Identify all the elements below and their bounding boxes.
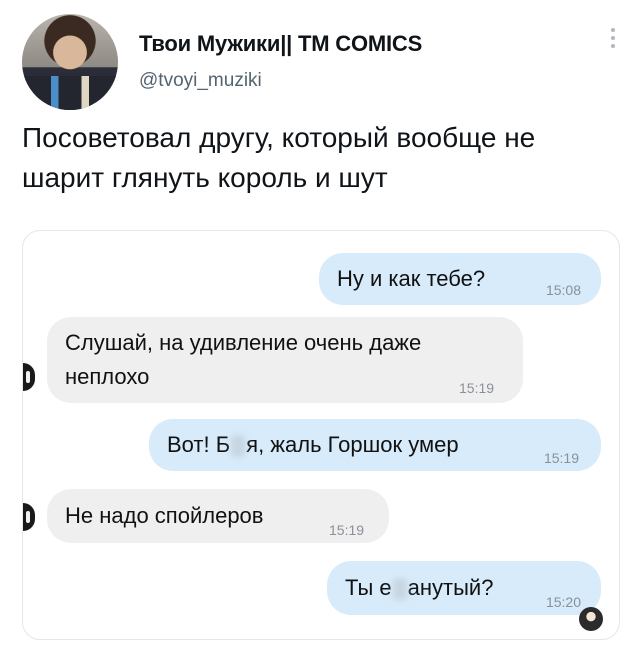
tweet-text: Посоветовал другу, который вообще не шар… [22,122,536,193]
message-time: 15:19 [459,380,495,396]
message-text: Вот! Б я, жаль Горшок умер [167,430,459,460]
message-time: 15:08 [545,282,581,298]
author-name[interactable]: Твои Мужики|| ТМ COMICS [139,31,422,57]
message-bubble: Ты е анутый? 15:20 [327,561,601,615]
censored-blur [392,578,407,601]
contact-avatar [23,363,35,391]
message-bubble: Слушай, на удивление очень даже неплохо … [47,317,523,403]
censored-blur [231,435,246,458]
message-text: Ну и как тебе? [337,266,486,291]
message-time: 15:19 [329,522,365,538]
message-text-part: анутый? [407,575,494,600]
message-bubble: Ну и как тебе? 15:08 [319,253,601,305]
message-text: Не надо спойлеров [65,503,264,528]
message-text-part: Вот! Б [167,432,231,457]
read-receipt-avatar [579,607,603,631]
message-bubble: Не надо спойлеров 15:19 [47,489,389,543]
message-time: 15:19 [543,450,579,466]
more-options-icon[interactable] [610,28,616,54]
chat-screenshot: Ну и как тебе? 15:08 Слушай, на удивлени… [22,230,620,640]
author-avatar[interactable] [22,14,118,110]
message-text-line: Слушай, на удивление очень даже [65,330,422,355]
message-bubble: Вот! Б я, жаль Горшок умер 15:19 [149,419,601,471]
message-time: 15:20 [545,594,581,610]
contact-avatar [23,503,35,531]
message-text-line: неплохо [65,364,150,389]
message-text: Ты е анутый? [345,573,493,603]
message-text-part: Ты е [345,575,392,600]
author-handle[interactable]: @tvoyi_muziki [139,70,262,92]
message-text-part: я, жаль Горшок умер [246,432,459,457]
